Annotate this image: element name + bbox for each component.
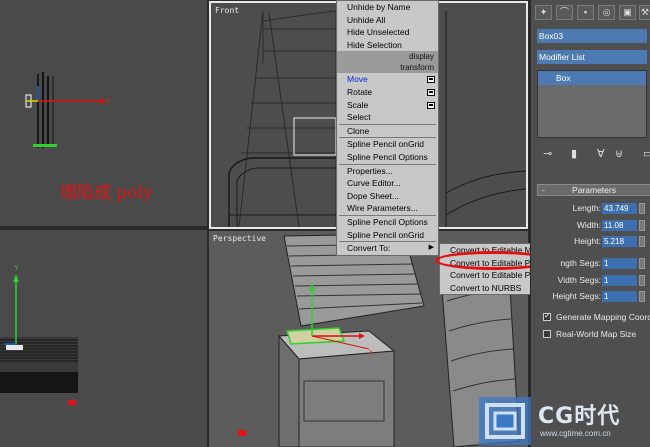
menu-item-clone[interactable]: Clone: [337, 125, 438, 138]
remove-modifier-icon[interactable]: ⊎: [615, 147, 623, 160]
utilities-tab-icon[interactable]: ⚒: [639, 5, 650, 20]
param-length: Length: 43.749: [531, 203, 650, 215]
checkbox-icon: [543, 311, 551, 321]
collapse-icon: -: [542, 185, 545, 195]
menu-item-spline-pencil-options[interactable]: Spline Pencil Options: [337, 151, 438, 164]
menu-item-convert-to-label: Convert To:: [347, 243, 391, 254]
param-height-label: Height:: [574, 236, 601, 246]
param-width: Width: 11.08: [531, 220, 650, 232]
spinner-icon[interactable]: [639, 275, 645, 286]
param-height-segs-input[interactable]: 1: [602, 291, 637, 302]
menu-item-spline-pencil-options-2[interactable]: Spline Pencil Options: [337, 216, 438, 229]
left-view-graphics: Y: [0, 265, 78, 405]
menu-item-unhide-by-name[interactable]: Unhide by Name: [337, 1, 438, 14]
modifier-list-dropdown[interactable]: Modifier List: [537, 50, 647, 64]
stack-item-box[interactable]: Box: [538, 71, 646, 85]
spinner-icon[interactable]: [639, 291, 645, 302]
quad-menu: Unhide by Name Unhide All Hide Unselecte…: [336, 0, 439, 256]
svg-text:Y: Y: [14, 265, 19, 272]
svg-text:x: x: [107, 98, 111, 105]
menu-item-select[interactable]: Select: [337, 111, 438, 124]
menu-item-spline-pencil-ongrid-2[interactable]: Spline Pencil onGrid: [337, 229, 438, 242]
menu-item-properties[interactable]: Properties...: [337, 165, 438, 178]
menu-item-rotate-label: Rotate: [347, 86, 373, 97]
watermark-url: www.cgtime.com.cn: [540, 429, 611, 438]
menu-item-dope-sheet[interactable]: Dope Sheet...: [337, 190, 438, 203]
viewport-label-front: Front: [215, 6, 240, 15]
submenu-arrow-icon: ▶: [428, 244, 434, 252]
hierarchy-tab-icon[interactable]: ▪: [577, 5, 594, 20]
parameters-rollout-title: Parameters: [572, 185, 616, 195]
param-width-input[interactable]: 11.08: [602, 220, 637, 231]
options-box-icon[interactable]: [427, 76, 435, 84]
param-width-segs-input[interactable]: 1: [602, 275, 637, 286]
show-end-result-icon[interactable]: ▮: [571, 147, 577, 160]
menu-item-move[interactable]: Move: [337, 73, 438, 86]
menu-item-curve-editor[interactable]: Curve Editor...: [337, 177, 438, 190]
pin-stack-icon[interactable]: ⊸: [543, 147, 552, 160]
motion-tab-icon[interactable]: ◎: [598, 5, 615, 20]
parameters-rollout-header[interactable]: - Parameters: [537, 184, 650, 196]
menu-item-wire-parameters[interactable]: Wire Parameters...: [337, 202, 438, 215]
param-length-segs-input[interactable]: 1: [602, 258, 637, 269]
menu-item-scale-label: Scale: [347, 99, 369, 110]
modifier-stack: Box: [537, 70, 647, 138]
checkbox-icon: [543, 330, 551, 338]
param-width-segs-label: Vidth Segs:: [557, 275, 601, 285]
spinner-icon[interactable]: [639, 203, 645, 214]
spinner-icon[interactable]: [639, 220, 645, 231]
object-name-field[interactable]: Box03: [537, 29, 647, 43]
param-height-input[interactable]: 5.218: [602, 236, 637, 247]
menu-item-unhide-all[interactable]: Unhide All: [337, 14, 438, 27]
generate-mapping-checkbox[interactable]: Generate Mapping Coord: [543, 311, 650, 324]
param-length-segs: ngth Segs: 1: [531, 258, 650, 270]
annotation-collapse-to-poly: 塌陷成 poly: [60, 183, 153, 203]
spinner-icon[interactable]: [639, 236, 645, 247]
menu-item-scale[interactable]: Scale: [337, 99, 438, 112]
menu-item-move-label: Move: [347, 74, 368, 85]
generate-mapping-label: Generate Mapping Coord: [556, 312, 650, 322]
quad-header-display: display: [337, 51, 438, 63]
viewport-label-perspective: Perspective: [213, 234, 266, 243]
viewport-left[interactable]: Y: [0, 230, 207, 447]
menu-item-hide-selection[interactable]: Hide Selection: [337, 39, 438, 52]
options-box-icon[interactable]: [427, 88, 435, 96]
menu-item-convert-to[interactable]: Convert To: ▶: [337, 242, 438, 255]
param-height-segs-label: Height Segs:: [552, 291, 601, 301]
make-unique-icon[interactable]: ∀: [597, 147, 605, 160]
param-width-label: Width:: [576, 220, 601, 230]
modify-tab-icon[interactable]: ⌒: [556, 5, 573, 20]
spinner-icon[interactable]: [639, 258, 645, 269]
menu-item-rotate[interactable]: Rotate: [337, 86, 438, 99]
param-height: Height: 5.218: [531, 236, 650, 248]
menu-item-spline-pencil-ongrid[interactable]: Spline Pencil onGrid: [337, 138, 438, 151]
menu-item-hide-unselected[interactable]: Hide Unselected: [337, 26, 438, 39]
command-panel-tabs: ✦ ⌒ ▪ ◎ ▣ ⚒: [531, 2, 650, 22]
svg-text:x: x: [369, 349, 373, 356]
command-panel: ✦ ⌒ ▪ ◎ ▣ ⚒ Box03 Modifier List Box ⊸ ▮ …: [530, 0, 650, 447]
param-height-segs: Height Segs: 1: [531, 291, 650, 303]
create-tab-icon[interactable]: ✦: [535, 5, 552, 20]
param-length-input[interactable]: 43.749: [602, 203, 637, 214]
param-length-segs-label: ngth Segs:: [560, 258, 601, 268]
watermark-logo: CG时代: [538, 404, 621, 429]
real-world-map-size-checkbox[interactable]: Real-World Map Size: [543, 329, 650, 341]
quad-header-transform: transform: [337, 62, 438, 74]
configure-sets-icon[interactable]: ▭: [643, 147, 650, 160]
param-length-label: Length:: [572, 203, 601, 213]
real-world-map-size-label: Real-World Map Size: [556, 329, 637, 339]
param-width-segs: Vidth Segs: 1: [531, 275, 650, 287]
display-tab-icon[interactable]: ▣: [619, 5, 636, 20]
options-box-icon[interactable]: [427, 101, 435, 109]
stack-tools: ⊸ ▮ ∀ ⊎ ▭: [531, 144, 650, 166]
